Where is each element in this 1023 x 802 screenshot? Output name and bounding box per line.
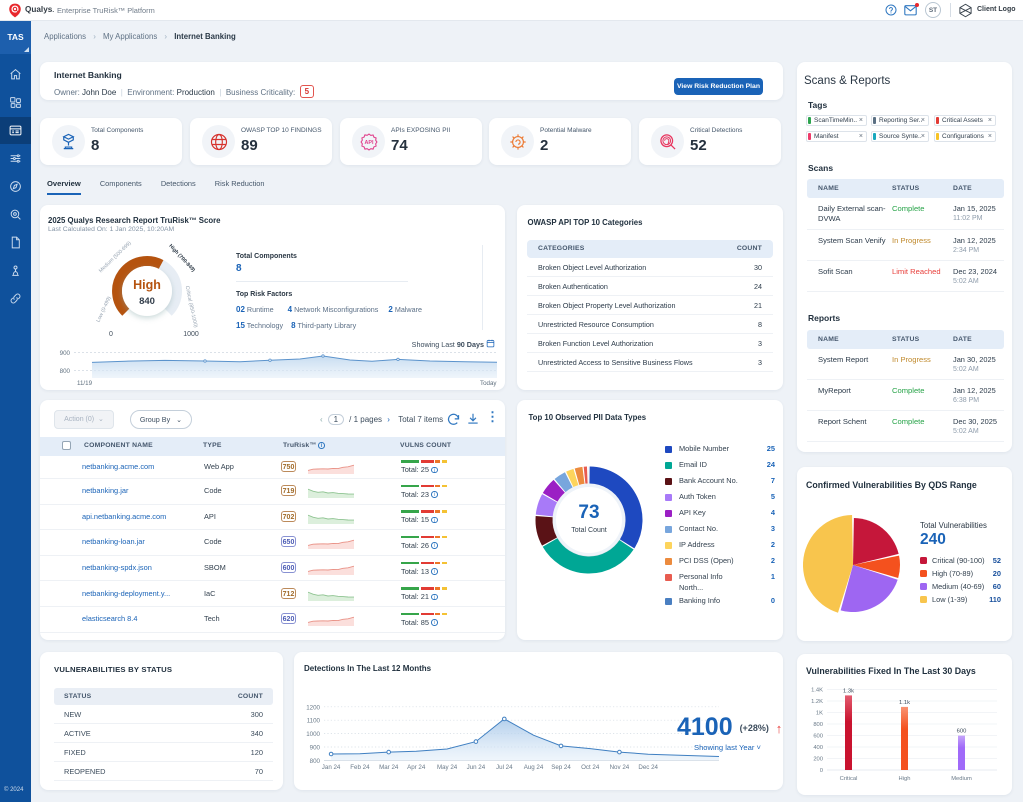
svg-text:1100: 1100 bbox=[307, 718, 321, 725]
svg-text:1K: 1K bbox=[816, 711, 823, 717]
svg-text:Mar 24: Mar 24 bbox=[379, 764, 399, 771]
svg-text:Jul 24: Jul 24 bbox=[496, 764, 513, 771]
svg-text:Feb 24: Feb 24 bbox=[350, 764, 370, 771]
svg-text:Oct 24: Oct 24 bbox=[581, 764, 600, 771]
svg-text:800: 800 bbox=[60, 368, 71, 375]
svg-text:900: 900 bbox=[60, 350, 71, 357]
svg-text:900: 900 bbox=[310, 745, 321, 752]
svg-text:800: 800 bbox=[813, 722, 823, 728]
svg-text:Critical: Critical bbox=[840, 776, 858, 782]
svg-text:1.1k: 1.1k bbox=[899, 700, 910, 706]
svg-text:840: 840 bbox=[139, 296, 155, 307]
svg-text:1.2K: 1.2K bbox=[811, 699, 823, 705]
svg-text:400: 400 bbox=[813, 745, 823, 751]
svg-text:Aug 24: Aug 24 bbox=[524, 764, 544, 771]
svg-text:800: 800 bbox=[310, 758, 321, 765]
svg-text:High: High bbox=[133, 278, 161, 292]
svg-text:1.3k: 1.3k bbox=[843, 688, 854, 694]
svg-text:200: 200 bbox=[813, 757, 823, 763]
svg-text:Low (0-499): Low (0-499) bbox=[96, 296, 113, 324]
svg-text:Sep 24: Sep 24 bbox=[551, 764, 571, 771]
svg-text:Total Count: Total Count bbox=[571, 527, 606, 534]
svg-text:0: 0 bbox=[820, 768, 823, 774]
svg-text:0: 0 bbox=[109, 331, 113, 338]
svg-text:Medium: Medium bbox=[951, 776, 972, 782]
svg-text:600: 600 bbox=[957, 729, 967, 735]
svg-text:Critical (850-1000): Critical (850-1000) bbox=[184, 285, 199, 328]
svg-text:Jan 24: Jan 24 bbox=[322, 764, 341, 771]
svg-text:600: 600 bbox=[813, 734, 823, 740]
svg-text:Apr 24: Apr 24 bbox=[407, 764, 426, 771]
svg-text:1200: 1200 bbox=[306, 704, 320, 711]
svg-text:API: API bbox=[364, 140, 374, 146]
svg-text:73: 73 bbox=[578, 502, 599, 523]
svg-text:Jun 24: Jun 24 bbox=[467, 764, 486, 771]
svg-text:May 24: May 24 bbox=[437, 764, 458, 771]
svg-text:1000: 1000 bbox=[306, 731, 320, 738]
svg-text:1000: 1000 bbox=[183, 331, 199, 338]
svg-text:Nov 24: Nov 24 bbox=[610, 764, 630, 771]
svg-text:Dec 24: Dec 24 bbox=[638, 764, 658, 771]
svg-text:1.4K: 1.4K bbox=[811, 688, 823, 694]
svg-text:High: High bbox=[899, 776, 911, 782]
